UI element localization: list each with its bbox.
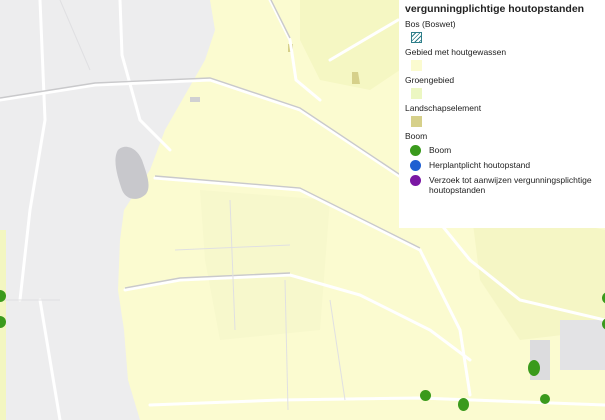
tree-marker[interactable] xyxy=(540,394,550,404)
legend-label-groengebied: Groengebied xyxy=(405,75,455,85)
legend-label-gebied-houtgewassen: Gebied met houtgewassen xyxy=(405,47,507,57)
water-body xyxy=(115,146,149,199)
legend-swatch-landschapselement xyxy=(411,116,422,127)
legend-swatch-groengebied xyxy=(411,88,422,99)
road xyxy=(38,298,62,420)
road xyxy=(118,0,172,152)
legend-swatch-bos-hatch xyxy=(411,32,422,43)
purple-dot-icon xyxy=(410,175,421,186)
tree-marker[interactable] xyxy=(420,390,431,401)
green-dot-icon xyxy=(410,145,421,156)
map-view[interactable]: vergunningplichtige houtopstanden Bos (B… xyxy=(0,0,605,420)
legend-label-bos: Bos (Boswet) xyxy=(405,19,456,29)
parcel-boundary xyxy=(59,0,91,71)
legend-title: vergunningplichtige houtopstanden xyxy=(405,3,585,15)
tree-marker[interactable] xyxy=(528,360,540,376)
legend-item-herplantplicht: Herplantplicht houtopstand xyxy=(405,160,599,171)
legend-label-boom-group: Boom xyxy=(405,131,428,141)
legend-swatch-gebied-houtgewassen xyxy=(411,60,422,71)
tree-marker[interactable] xyxy=(458,398,469,411)
legend-label-landschapselement: Landschapselement xyxy=(405,103,482,113)
legend-item-verzoek: Verzoek tot aanwijzen vergunningsplichti… xyxy=(405,175,599,195)
road xyxy=(18,0,47,302)
building xyxy=(560,320,605,370)
building xyxy=(190,97,200,102)
legend-item-label: Boom xyxy=(429,145,452,155)
legend-item-label: Herplantplicht houtopstand xyxy=(429,160,531,170)
legend-item-boom: Boom xyxy=(405,145,599,156)
map-legend: vergunningplichtige houtopstanden Bos (B… xyxy=(399,0,605,228)
legend-item-label: Verzoek tot aanwijzen vergunningsplichti… xyxy=(429,175,592,195)
blue-dot-icon xyxy=(410,160,421,171)
green-area xyxy=(200,190,330,340)
